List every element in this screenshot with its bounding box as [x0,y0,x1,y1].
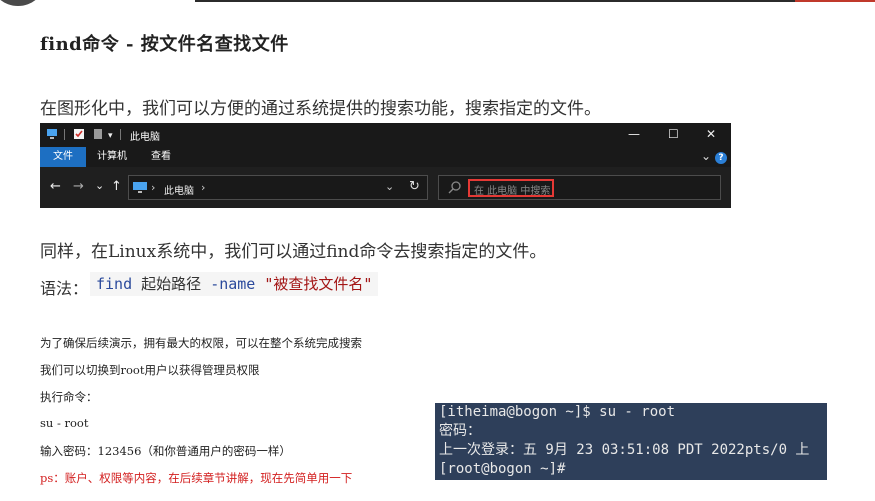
paragraph-linux-find: 同样，在Linux系统中，我们可以通过find命令去搜索指定的文件。 [40,242,547,262]
properties-icon [74,129,84,139]
breadcrumb-chevron-icon[interactable]: › [151,181,155,194]
note-line: 执行命令： [40,390,98,404]
note-line: 我们可以切换到root用户以获得管理员权限 [40,363,260,377]
tab-computer[interactable]: 计算机 [92,147,132,167]
note-line: su - root [40,416,89,430]
window-title: 此电脑 [130,132,160,143]
header-rule [195,0,795,2]
maximize-button[interactable]: ☐ [668,127,679,141]
search-input[interactable]: 在 此电脑 中搜索 [474,182,550,197]
address-location[interactable]: 此电脑 [164,182,194,197]
back-button[interactable]: ← [50,180,61,194]
computer-icon [133,182,147,193]
avatar-partial [0,0,44,6]
title-separator [120,129,121,140]
code-string: "被查找文件名" [255,275,373,293]
note-warning: ps：账户、权限等内容，在后续章节讲解，现在先简单用一下 [40,471,353,485]
tab-file[interactable]: 文件 [40,147,86,167]
code-command: find [96,275,133,293]
address-dropdown-icon[interactable]: ⌄ [385,180,394,193]
navigation-bar: ← → ⌄ ↑ › 此电脑 › ⌄ ↻ 在 此电脑 中搜索 [40,167,731,208]
close-button[interactable]: ✕ [706,127,716,141]
terminal-screenshot: [itheima@bogon ~]$ su - root 密码： 上一次登录：五… [435,403,827,480]
forward-button[interactable]: → [73,180,84,194]
paragraph-gui-search: 在图形化中，我们可以方便的通过系统提供的搜索功能，搜索指定的文件。 [40,99,601,119]
terminal-line: 上一次登录：五 9月 23 03:51:08 PDT 2022pts/0 上 [439,442,810,458]
title-separator [64,129,65,140]
breadcrumb-chevron-icon[interactable]: › [201,181,205,194]
minimize-button[interactable]: — [628,127,640,141]
search-icon [448,181,461,194]
terminal-line: [itheima@bogon ~]$ su - root [439,404,676,420]
ribbon-tabs: 文件 计算机 查看 ⌄ ? [40,147,731,167]
search-box[interactable]: 在 此电脑 中搜索 [438,175,721,200]
code-option: -name [210,275,256,293]
help-icon[interactable]: ? [715,152,727,164]
tab-view[interactable]: 查看 [146,147,176,167]
recent-locations-button[interactable]: ⌄ [95,179,104,193]
code-argument: 起始路径 [132,275,211,293]
search-highlight-box: 在 此电脑 中搜索 [468,179,554,197]
file-explorer-window: ▾ 此电脑 — ☐ ✕ 文件 计算机 查看 ⌄ ? ← → ⌄ ↑ › 此电脑 … [40,123,731,208]
new-folder-icon [94,129,102,139]
terminal-line: 密码： [439,423,481,439]
terminal-line: [root@bogon ~]# [439,461,566,477]
quick-access-dropdown-icon[interactable]: ▾ [108,129,113,143]
address-bar[interactable]: › 此电脑 › ⌄ [128,175,428,200]
header-rule-accent [795,0,875,2]
computer-icon [47,129,57,139]
note-line: 为了确保后续演示，拥有最大的权限，可以在整个系统完成搜索 [40,336,362,350]
section-heading: find命令 - 按文件名查找文件 [40,34,289,55]
ribbon-expand-icon[interactable]: ⌄ [701,149,711,163]
syntax-code-block: find 起始路径 -name "被查找文件名" [90,272,379,296]
up-button[interactable]: ↑ [111,180,122,194]
note-line: 输入密码：123456（和你普通用户的密码一样） [40,444,291,458]
refresh-button[interactable]: ↻ [409,179,420,194]
title-bar: ▾ 此电脑 — ☐ ✕ [40,123,731,147]
syntax-label: 语法： [40,279,89,298]
